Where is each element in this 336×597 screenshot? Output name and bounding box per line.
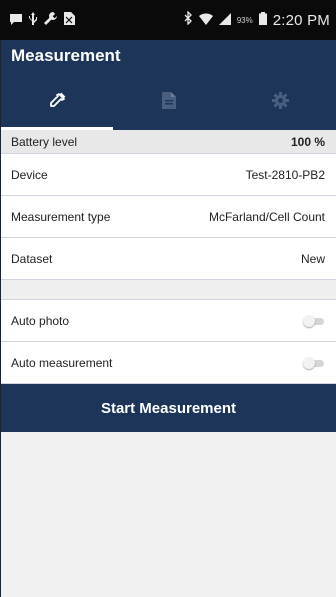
- bluetooth-icon: [184, 10, 193, 29]
- message-icon: [10, 13, 22, 28]
- empty-area: [1, 439, 336, 597]
- toggle-knob: [303, 356, 315, 369]
- auto-photo-label: Auto photo: [11, 313, 70, 328]
- battery-row: Battery level 100 %: [1, 130, 336, 154]
- wifi-icon: [198, 12, 213, 29]
- status-bar: 93% 2:20 PM: [0, 0, 336, 40]
- auto-measurement-label: Auto measurement: [11, 355, 113, 370]
- measurement-type-row[interactable]: Measurement type McFarland/Cell Count: [1, 196, 336, 238]
- gear-icon: [271, 92, 289, 114]
- start-measurement-button[interactable]: Start Measurement: [1, 384, 336, 432]
- dataset-value: New: [300, 251, 325, 266]
- measurement-settings: Battery level 100 % Device Test-2810-PB2…: [1, 130, 336, 432]
- device-value: Test-2810-PB2: [245, 167, 325, 182]
- signal-icon: [218, 12, 231, 29]
- battery-icon: [258, 11, 267, 29]
- tab-results[interactable]: [113, 76, 225, 130]
- document-icon: [161, 92, 176, 114]
- clock: 2:20 PM: [272, 11, 330, 29]
- battery-value: 100 %: [290, 134, 325, 149]
- auto-measurement-toggle[interactable]: [303, 356, 325, 369]
- battery-label: Battery level: [11, 134, 78, 149]
- measurement-type-value: McFarland/Cell Count: [208, 209, 325, 224]
- auto-measurement-row: Auto measurement: [1, 342, 336, 384]
- pipette-icon: [48, 92, 66, 115]
- usb-icon: [28, 12, 38, 28]
- tab-measurement[interactable]: [1, 76, 113, 130]
- tab-settings[interactable]: [224, 76, 336, 130]
- device-row[interactable]: Device Test-2810-PB2: [1, 154, 336, 196]
- measurement-type-label: Measurement type: [11, 209, 111, 224]
- auto-photo-toggle[interactable]: [303, 314, 325, 327]
- dataset-label: Dataset: [11, 251, 53, 266]
- no-sim-icon: [64, 12, 75, 28]
- wrench-icon: [44, 12, 58, 28]
- toggle-knob: [303, 314, 315, 327]
- device-label: Device: [11, 167, 48, 182]
- auto-photo-row: Auto photo: [1, 300, 336, 342]
- app-bar: Measurement: [1, 40, 336, 76]
- battery-percent: 93%: [236, 15, 253, 25]
- section-divider: [1, 280, 336, 300]
- page-title: Measurement: [11, 46, 121, 65]
- tab-bar: [1, 76, 336, 130]
- dataset-row[interactable]: Dataset New: [1, 238, 336, 280]
